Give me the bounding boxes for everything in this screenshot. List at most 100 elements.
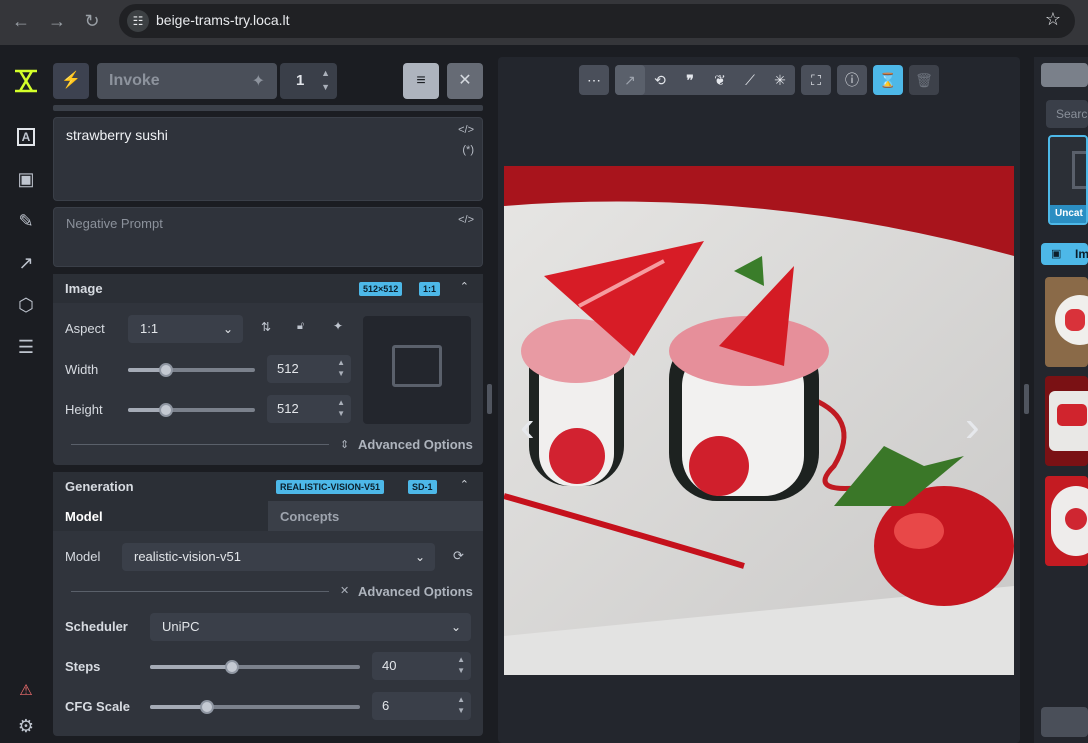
cfg-scale-slider[interactable]: [150, 700, 360, 714]
embedding-icon[interactable]: (*): [462, 144, 474, 156]
positive-prompt[interactable]: strawberry sushi </> (*): [53, 117, 483, 201]
steps-slider-thumb[interactable]: [224, 660, 239, 674]
width-value[interactable]: 512: [277, 361, 299, 376]
generation-section-header[interactable]: Generation REALISTIC-VISION-V51 SD-1 ⌃: [53, 472, 483, 501]
refresh-icon[interactable]: ⟳: [453, 548, 464, 564]
invoke-label: Invoke: [109, 72, 160, 89]
negative-prompt-placeholder[interactable]: Negative Prompt: [66, 216, 163, 231]
height-slider-thumb[interactable]: [159, 403, 174, 417]
chevron-down-icon: ⌄: [450, 620, 461, 634]
steps-value[interactable]: 40: [382, 658, 396, 673]
canvas-tab-icon[interactable]: ✎: [14, 209, 38, 233]
model-value[interactable]: realistic-vision-v51: [134, 549, 241, 564]
progress-toggle-button[interactable]: ⌛: [873, 65, 903, 95]
use-workflow-button[interactable]: ↗: [615, 65, 645, 95]
steps-slider[interactable]: [150, 660, 360, 674]
more-button[interactable]: ⋯: [579, 65, 609, 95]
cfg-scale-input[interactable]: 6 ▲ ▼: [372, 692, 471, 720]
next-image-icon[interactable]: ›: [965, 402, 980, 452]
model-select[interactable]: realistic-vision-v51 ⌄: [122, 543, 435, 571]
use-seed-button[interactable]: ❦: [705, 65, 735, 95]
collapse-icon[interactable]: ⌃: [460, 478, 469, 491]
site-settings-icon[interactable]: ☷: [127, 10, 149, 32]
back-icon[interactable]: ←: [9, 9, 33, 33]
height-value[interactable]: 512: [277, 401, 299, 416]
gallery-thumbnail[interactable]: [1045, 376, 1088, 466]
warning-icon[interactable]: ⚠: [14, 679, 38, 703]
delete-button[interactable]: 🗑︎: [909, 65, 939, 95]
expand-icon[interactable]: ⇕: [340, 438, 349, 451]
lock-icon[interactable]: 🔓︎: [297, 320, 304, 333]
gallery-thumbnail[interactable]: [1045, 277, 1088, 367]
width-slider-thumb[interactable]: [159, 363, 174, 377]
tab-model[interactable]: Model: [53, 501, 268, 531]
chevron-down-icon: ⌄: [414, 550, 425, 564]
board-uncategorized[interactable]: Uncat: [1048, 135, 1088, 225]
tab-concepts[interactable]: Concepts: [268, 501, 483, 531]
cfg-scale-slider-thumb[interactable]: [199, 700, 214, 714]
lightning-button[interactable]: ⚡: [53, 63, 89, 99]
gallery-thumbnail[interactable]: [1045, 476, 1088, 566]
invoke-button[interactable]: Invoke ✦: [97, 63, 277, 99]
board-search-placeholder[interactable]: Search: [1056, 107, 1088, 121]
code-icon[interactable]: </>: [458, 214, 474, 226]
stepper-arrows-icon[interactable]: ▲ ▼: [321, 66, 330, 94]
width-input[interactable]: 512 ▲ ▼: [267, 355, 351, 383]
cancel-button[interactable]: ✕: [447, 63, 483, 99]
queue-tab-icon[interactable]: ☰: [14, 335, 38, 359]
queue-list-button[interactable]: ≡: [403, 63, 439, 99]
image-to-image-tab-icon[interactable]: ▣: [14, 167, 38, 191]
stepper-arrows-icon[interactable]: ▲ ▼: [337, 397, 345, 419]
previous-image-icon[interactable]: ‹: [520, 402, 535, 452]
code-icon[interactable]: </>: [458, 124, 474, 136]
image-section-header[interactable]: Image 512×512 1:1 ⌃: [53, 274, 483, 303]
gallery-pagination-button[interactable]: [1041, 707, 1088, 737]
bookmark-star-icon[interactable]: ☆: [1045, 9, 1061, 30]
aspect-select[interactable]: 1:1 ⌄: [128, 315, 243, 343]
panel-resize-handle[interactable]: [487, 384, 492, 414]
board-search-input[interactable]: Search: [1046, 100, 1088, 128]
upscale-button[interactable]: ⛶: [801, 65, 831, 95]
quote-icon: ❞: [686, 72, 694, 88]
height-slider[interactable]: [128, 403, 255, 417]
info-button[interactable]: ⓘ: [837, 65, 867, 95]
forward-icon[interactable]: →: [45, 9, 69, 33]
reload-icon[interactable]: ↻: [80, 9, 104, 33]
height-input[interactable]: 512 ▲ ▼: [267, 395, 351, 423]
text-to-image-tab-icon[interactable]: A: [14, 125, 38, 149]
use-size-button[interactable]: ⟋: [735, 65, 765, 95]
iterations-stepper[interactable]: 1 ▲ ▼: [280, 63, 337, 99]
use-all-button[interactable]: ✳: [765, 65, 795, 95]
use-prompt-button[interactable]: ❞: [675, 65, 705, 95]
scheduler-select[interactable]: UniPC ⌄: [150, 613, 471, 641]
collapse-arrows-icon[interactable]: ✕: [340, 584, 349, 597]
swap-icon[interactable]: ⇅: [261, 320, 271, 334]
images-tab[interactable]: ▣ Im: [1041, 243, 1088, 265]
prompt-text[interactable]: strawberry sushi: [66, 127, 168, 143]
generation-advanced-options[interactable]: Advanced Options: [358, 584, 473, 599]
invoke-logo-icon[interactable]: [12, 67, 40, 95]
settings-icon[interactable]: ⚙: [14, 714, 38, 738]
image-advanced-options[interactable]: Advanced Options: [358, 437, 473, 452]
width-slider[interactable]: [128, 363, 255, 377]
models-tab-icon[interactable]: ⬡: [14, 293, 38, 317]
sparkle-icon[interactable]: ✦: [333, 319, 343, 333]
stepper-arrows-icon[interactable]: ▲ ▼: [457, 654, 465, 676]
scheduler-value[interactable]: UniPC: [162, 619, 200, 634]
remix-button[interactable]: ⟲: [645, 65, 675, 95]
stepper-arrows-icon[interactable]: ▲ ▼: [337, 357, 345, 379]
panel-resize-handle[interactable]: [1024, 384, 1029, 414]
address-bar[interactable]: ☷ beige-trams-try.loca.lt ☆: [119, 4, 1075, 38]
negative-prompt[interactable]: Negative Prompt </>: [53, 207, 483, 267]
workflow-tab-icon[interactable]: ↗: [14, 251, 38, 275]
stepper-arrows-icon[interactable]: ▲ ▼: [457, 694, 465, 716]
aspect-value[interactable]: 1:1: [140, 321, 158, 336]
sparkle-icon: ✦: [251, 73, 265, 90]
collapse-icon[interactable]: ⌃: [460, 280, 469, 293]
iterations-value[interactable]: 1: [296, 72, 304, 89]
steps-input[interactable]: 40 ▲ ▼: [372, 652, 471, 680]
bounding-box-icon: [392, 345, 442, 387]
url-text[interactable]: beige-trams-try.loca.lt: [156, 12, 290, 28]
cfg-scale-value[interactable]: 6: [382, 698, 389, 713]
boards-button[interactable]: [1041, 63, 1088, 87]
